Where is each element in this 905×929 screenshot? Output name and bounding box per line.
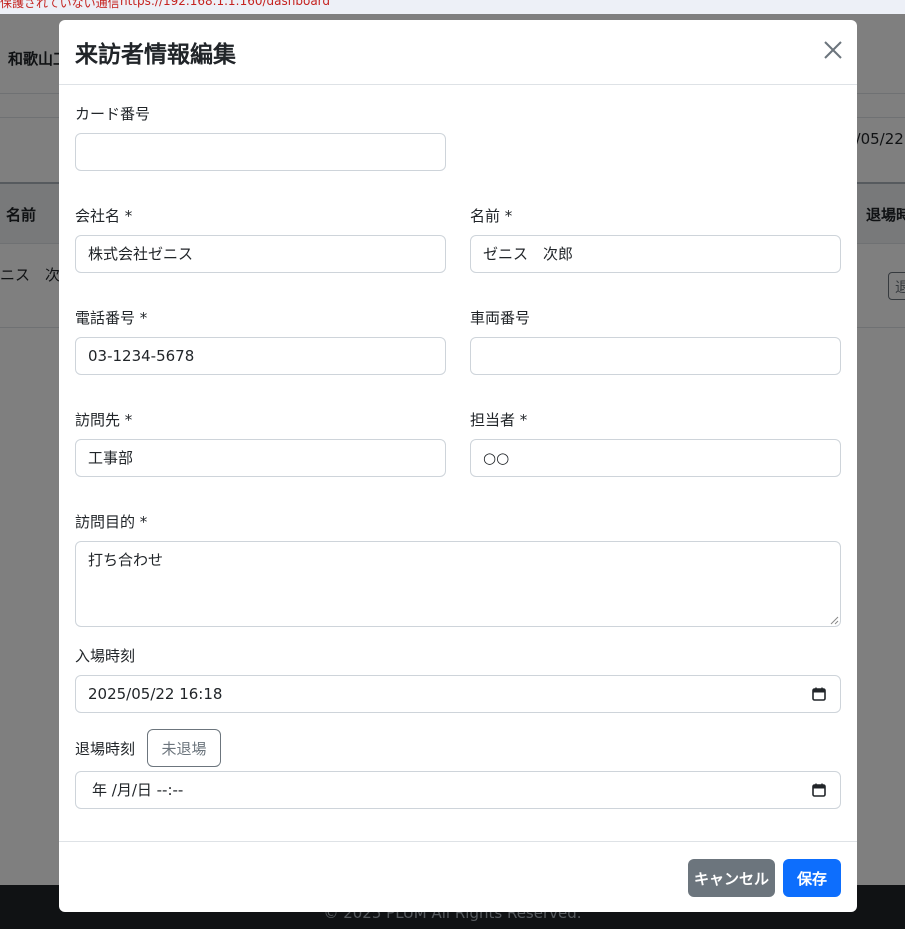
modal-title: 来訪者情報編集	[75, 42, 236, 68]
company-input[interactable]: 株式会社ゼニス	[75, 235, 446, 273]
modal-header: 来訪者情報編集	[59, 20, 857, 85]
contact-person-label: 担当者 *	[470, 411, 528, 429]
card-number-input[interactable]	[75, 133, 446, 171]
close-icon[interactable]	[821, 38, 845, 62]
company-label: 会社名 *	[75, 207, 133, 225]
name-input[interactable]: ゼニス 次郎	[470, 235, 841, 273]
vehicle-label: 車両番号	[470, 309, 531, 327]
calendar-icon[interactable]	[812, 687, 826, 701]
purpose-textarea[interactable]: 打ち合わせ	[75, 541, 841, 627]
contact-person-input[interactable]: ○○	[470, 439, 841, 477]
visit-dest-input[interactable]: 工事部	[75, 439, 446, 477]
security-warning: 保護されていない通信	[0, 0, 120, 10]
resize-grip-icon[interactable]	[829, 615, 839, 625]
purpose-value: 打ち合わせ	[88, 551, 164, 569]
modal-footer: キャンセル 保存	[59, 841, 857, 912]
calendar-icon[interactable]	[812, 783, 826, 797]
save-button[interactable]: 保存	[783, 859, 841, 897]
exit-time-input[interactable]: 年 /月/日 --:--	[75, 771, 841, 809]
cancel-button[interactable]: キャンセル	[688, 859, 775, 897]
entry-time-label: 入場時刻	[75, 647, 136, 665]
purpose-label: 訪問目的 *	[75, 513, 148, 531]
phone-label: 電話番号 *	[75, 309, 148, 327]
name-label: 名前 *	[470, 207, 513, 225]
entry-time-value: 2025/05/22 16:18	[88, 685, 223, 703]
address-url[interactable]: https://192.168.1.1:160/dashboard	[120, 0, 330, 8]
not-exited-button[interactable]: 未退場	[147, 729, 221, 767]
vehicle-input[interactable]	[470, 337, 841, 375]
browser-address-bar: 保護されていない通信 https://192.168.1.1:160/dashb…	[0, 0, 905, 14]
entry-time-input[interactable]: 2025/05/22 16:18	[75, 675, 841, 713]
visit-dest-label: 訪問先 *	[75, 411, 133, 429]
exit-time-label: 退場時刻	[75, 740, 136, 758]
exit-time-value: 年 /月/日 --:--	[92, 781, 184, 799]
visitor-edit-modal: 来訪者情報編集 カード番号 会社名 * 株式会社ゼニス 名前 * ゼニス 次郎 …	[59, 20, 857, 912]
card-number-label: カード番号	[75, 105, 151, 123]
phone-input[interactable]: 03-1234-5678	[75, 337, 446, 375]
